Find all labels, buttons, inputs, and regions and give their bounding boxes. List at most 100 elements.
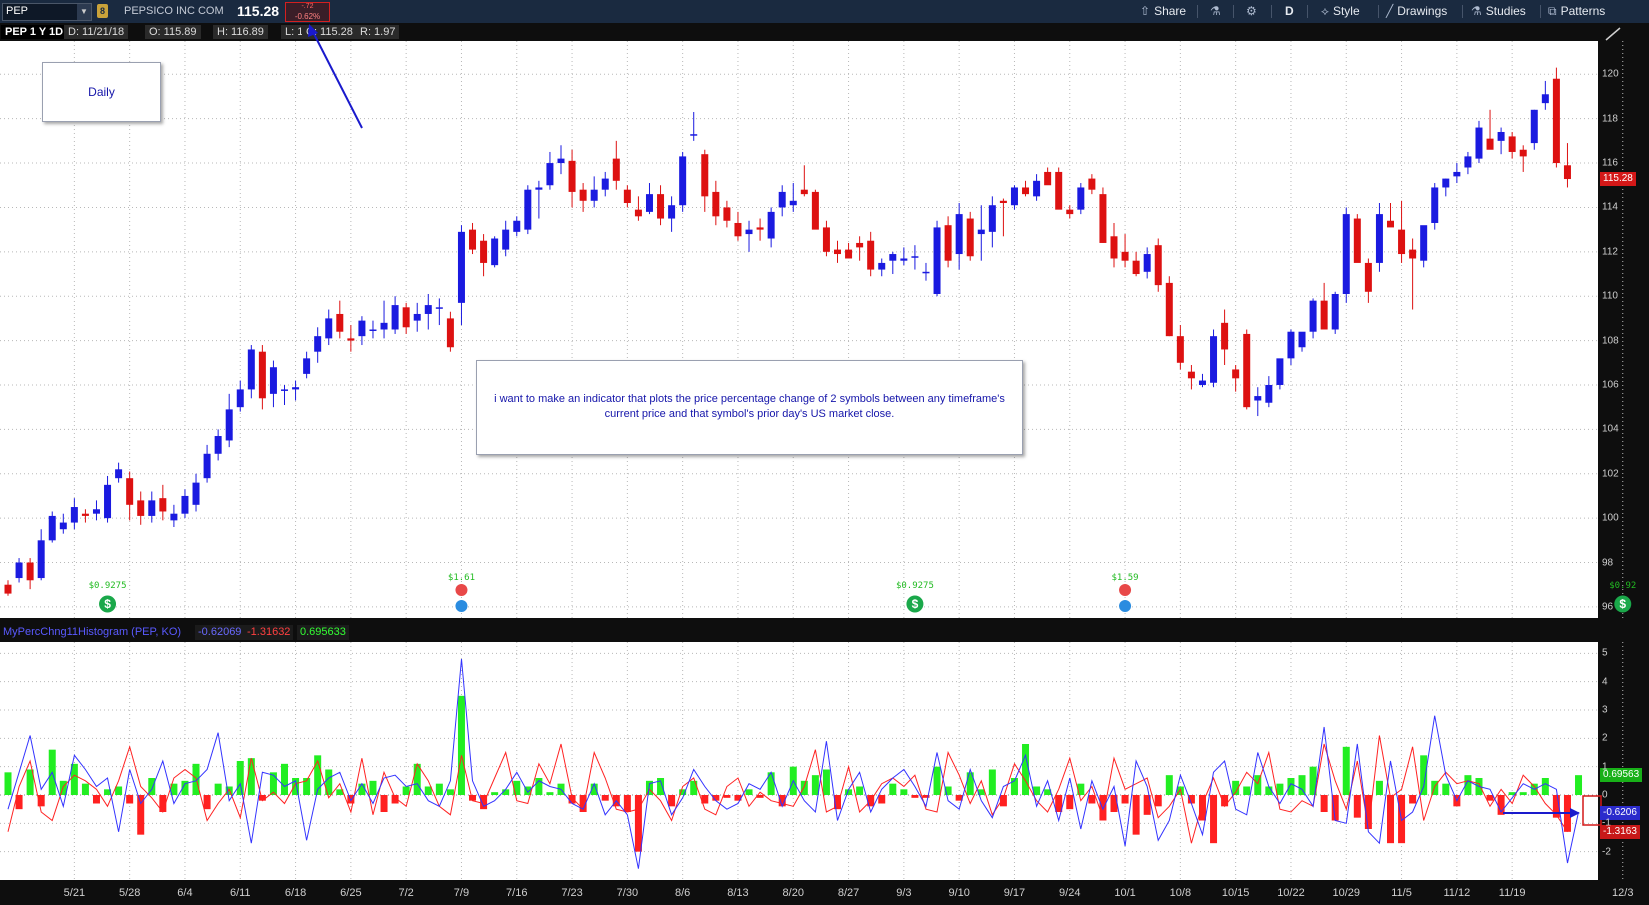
candle-body — [391, 305, 399, 330]
histogram-bar — [601, 795, 609, 801]
histogram-bar — [1165, 775, 1173, 795]
candle-body — [966, 218, 974, 257]
histogram-bar — [988, 769, 996, 795]
candle-body — [336, 313, 344, 332]
candle-body — [767, 211, 775, 239]
histogram-bar — [546, 792, 554, 795]
candle-body — [1187, 371, 1195, 379]
osc-tick-label: 3 — [1602, 704, 1608, 716]
candle-body — [137, 500, 145, 516]
candle-body — [1022, 187, 1030, 195]
histogram-bar — [1276, 783, 1284, 795]
candle-body — [1110, 236, 1118, 259]
candle-body — [977, 229, 985, 235]
osc-tick-label: 1 — [1602, 761, 1608, 773]
histogram-bar — [811, 775, 819, 795]
candle-body — [1431, 187, 1439, 223]
date-tick-label: 8/20 — [782, 887, 804, 899]
candle-body — [1033, 180, 1041, 197]
candle-body — [292, 387, 300, 390]
candle-body — [822, 227, 830, 252]
date-tick-label: 7/16 — [506, 887, 528, 899]
candle-body — [1066, 209, 1074, 215]
histogram-bar — [214, 783, 222, 795]
dollar-glyph: $ — [912, 597, 919, 611]
question-note[interactable]: i want to make an indicator that plots t… — [476, 360, 1023, 455]
candle-body — [247, 349, 255, 390]
question-text: i want to make an indicator that plots t… — [494, 393, 1005, 420]
candle-body — [1541, 94, 1549, 104]
osc-tick-label: 5 — [1602, 647, 1608, 659]
histogram-bar — [435, 783, 443, 795]
histogram-bar — [81, 783, 89, 795]
candle-body — [26, 562, 34, 581]
candle-body — [70, 507, 78, 523]
candle-body — [15, 562, 23, 579]
earnings-icon — [1119, 584, 1132, 596]
date-tick-label: 9/3 — [896, 887, 912, 899]
osc-tick-label: -1 — [1602, 817, 1611, 829]
annotation-arrow — [311, 29, 363, 129]
candle-body — [1176, 336, 1184, 363]
candle-body — [236, 389, 244, 408]
candle-body — [502, 229, 510, 250]
date-tick-label: 5/28 — [118, 887, 141, 899]
earnings-icon — [455, 584, 468, 596]
histogram-bar — [1409, 795, 1417, 804]
candle-body — [999, 200, 1007, 204]
histogram-bar — [911, 795, 919, 798]
histogram-bar — [1442, 783, 1450, 795]
candle-body — [1254, 396, 1262, 401]
info-icon — [455, 600, 468, 612]
candle-body — [856, 242, 864, 248]
date-tick-label: 6/4 — [177, 887, 193, 899]
candle-body — [867, 240, 875, 270]
price-tick-label: 104 — [1602, 423, 1619, 435]
date-tick-label: 9/24 — [1059, 887, 1081, 899]
candle-body — [1055, 171, 1063, 210]
date-tick-label: 5/21 — [63, 887, 86, 899]
candle-body — [557, 158, 565, 164]
candle-body — [988, 205, 996, 232]
candle-body — [922, 271, 930, 274]
histogram-bar — [115, 786, 123, 795]
candle-body — [225, 409, 233, 441]
candle-body — [612, 158, 620, 181]
candle-body — [1132, 260, 1140, 275]
candle-body — [446, 318, 454, 348]
histogram-bar — [424, 786, 432, 795]
candle-body — [48, 515, 56, 541]
candle-body — [1342, 214, 1350, 294]
date-tick-label: 6/25 — [340, 887, 362, 899]
price-tick-label: 96 — [1602, 601, 1614, 613]
daily-note[interactable]: Daily — [42, 62, 161, 122]
candle-body — [668, 205, 676, 219]
candle-body — [1232, 369, 1240, 379]
candle-body — [491, 238, 499, 266]
date-tick-label: 10/1 — [1114, 887, 1136, 899]
candle-body — [358, 320, 366, 337]
candle-body — [269, 367, 277, 394]
candle-body — [203, 453, 211, 479]
candle-body — [778, 191, 786, 208]
candle-body — [1143, 254, 1151, 272]
date-tick-label: 11/5 — [1391, 887, 1412, 899]
candle-body — [811, 191, 819, 230]
histogram-bar — [623, 795, 631, 812]
candle-body — [148, 500, 156, 516]
candle-body — [159, 498, 167, 512]
histogram-bar — [1575, 775, 1583, 795]
histogram-bar — [446, 789, 454, 795]
candle-body — [900, 258, 908, 261]
candle-body — [325, 318, 333, 339]
candle-body — [513, 220, 521, 232]
histogram-bar — [236, 761, 244, 795]
histogram-bar — [126, 795, 134, 804]
histogram-bar — [281, 763, 288, 795]
candle-body — [469, 229, 477, 250]
event-label: $0.9275 — [895, 581, 934, 591]
candle-body — [314, 336, 322, 352]
candle-body — [878, 262, 886, 270]
date-tick-label: 11/19 — [1498, 887, 1526, 899]
candle-body — [1088, 178, 1096, 190]
